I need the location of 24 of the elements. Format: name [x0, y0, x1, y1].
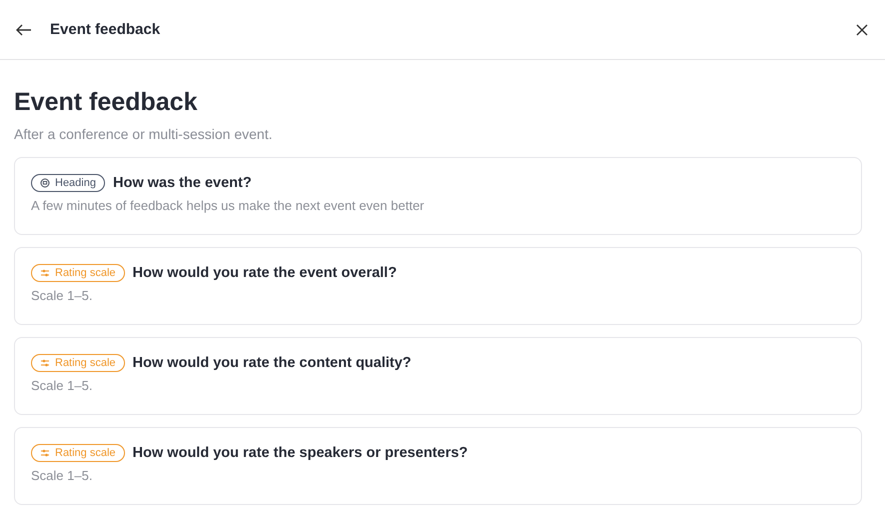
question-card[interactable]: Heading How was the event? A few minutes of feedback helps us make the next event even better [14, 157, 862, 235]
sliders-icon [40, 448, 50, 458]
type-tag: Rating scale [31, 264, 125, 282]
question-description: Scale 1–5. [31, 468, 94, 483]
question-description: Scale 1–5. [31, 378, 94, 393]
type-tag: Rating scale [31, 354, 125, 372]
question-card[interactable]: Rating scale How would you rate the content quality? Scale 1–5. [14, 337, 862, 415]
question-title: How would you rate the speakers or presenters? [132, 445, 468, 461]
type-tag: Rating scale [31, 444, 125, 462]
header-title: Event feedback [50, 21, 162, 38]
sliders-icon [40, 358, 50, 368]
type-tag: Heading [31, 174, 105, 192]
page-subtitle: After a conference or multi-session event. [14, 126, 274, 142]
question-title: How would you rate the event overall? [132, 265, 397, 281]
question-card[interactable]: Rating scale How would you rate the event overall? Scale 1–5. [14, 247, 862, 325]
back-arrow-icon[interactable] [16, 24, 32, 36]
question-title: How would you rate the content quality? [132, 355, 412, 371]
question-description: Scale 1–5. [31, 288, 94, 303]
page-title: Event feedback [14, 87, 198, 118]
close-icon[interactable] [856, 24, 868, 36]
question-title: How was the event? [112, 175, 252, 191]
question-description: A few minutes of feedback helps us make the next event even better [31, 198, 426, 213]
question-card[interactable]: Rating scale How would you rate the speakers or presenters? Scale 1–5. [14, 427, 862, 505]
sliders-icon [40, 268, 50, 278]
